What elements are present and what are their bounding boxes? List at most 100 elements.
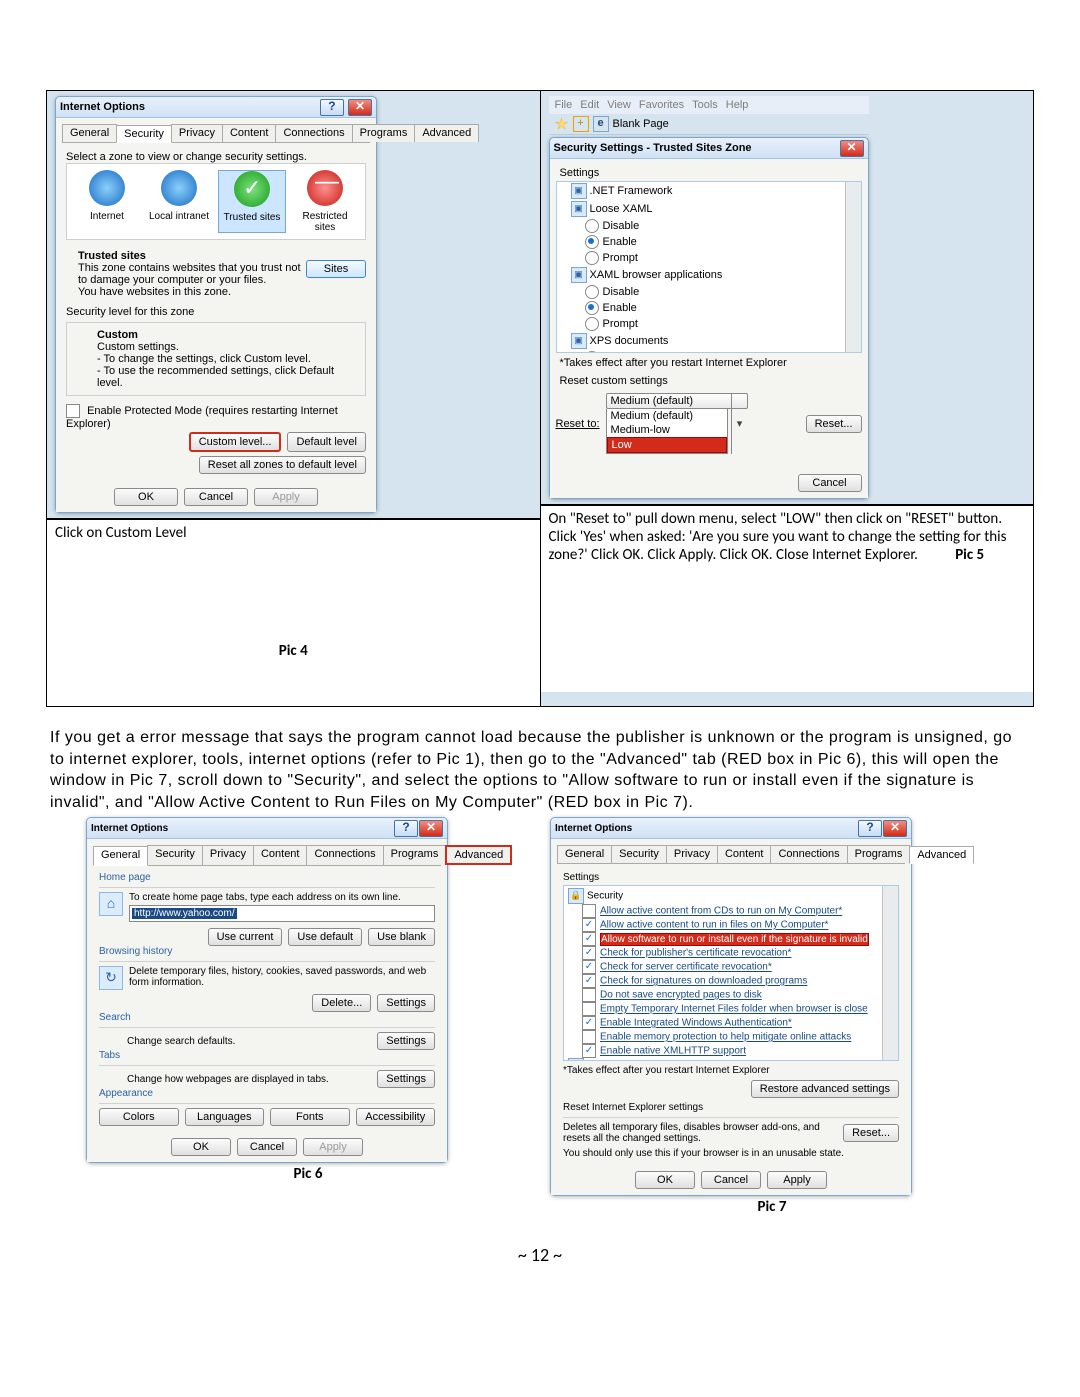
window-close-btn[interactable]: ✕ (840, 140, 864, 157)
checkbox[interactable] (582, 1016, 596, 1030)
menu-edit[interactable]: Edit (580, 99, 599, 111)
combo-opt-mediumlow[interactable]: Medium-low (607, 423, 727, 437)
tree-item[interactable]: Disable (603, 352, 640, 353)
checkbox[interactable] (582, 918, 596, 932)
search-settings-button[interactable]: Settings (377, 1032, 435, 1050)
list-item[interactable]: Enable Integrated Windows Authentication… (600, 1018, 792, 1029)
chevron-down-icon[interactable]: ▾ (731, 393, 748, 454)
menu-file[interactable]: File (555, 99, 573, 111)
tab-connections[interactable]: Connections (770, 845, 847, 863)
radio[interactable] (585, 301, 599, 315)
tab-general[interactable]: General (62, 124, 117, 142)
reset-button[interactable]: Reset... (806, 415, 862, 433)
window-close-btn[interactable]: ✕ (419, 820, 443, 837)
accessibility-button[interactable]: Accessibility (356, 1108, 436, 1126)
radio[interactable] (585, 285, 599, 299)
scrollbar[interactable] (845, 182, 861, 352)
tab-privacy[interactable]: Privacy (202, 845, 254, 865)
tab-content[interactable]: Content (222, 124, 277, 142)
ok-button[interactable]: OK (114, 488, 178, 506)
home-page-field[interactable]: http://www.yahoo.com/ (132, 908, 237, 919)
tab-security[interactable]: Security (147, 845, 203, 865)
cancel-button[interactable]: Cancel (237, 1138, 297, 1156)
zone-restricted[interactable]: Restricted sites (292, 170, 358, 233)
checkbox[interactable] (582, 960, 596, 974)
checkbox[interactable] (582, 932, 596, 946)
tab-content[interactable]: Content (717, 845, 772, 863)
checkbox[interactable] (582, 988, 596, 1002)
apply-button[interactable]: Apply (303, 1138, 363, 1156)
list-item[interactable]: Allow active content from CDs to run on … (600, 906, 842, 917)
radio[interactable] (585, 317, 599, 331)
cancel-button[interactable]: Cancel (184, 488, 248, 506)
checkbox[interactable] (582, 974, 596, 988)
window-help-btn[interactable]: ? (858, 820, 882, 837)
tab-privacy[interactable]: Privacy (171, 124, 223, 142)
tab-privacy[interactable]: Privacy (666, 845, 718, 863)
checkbox[interactable] (582, 1044, 596, 1058)
radio[interactable] (585, 251, 599, 265)
ok-button[interactable]: OK (635, 1171, 695, 1189)
reset-button[interactable]: Reset... (843, 1124, 899, 1142)
favorites-icon[interactable] (555, 117, 569, 131)
ok-button[interactable]: OK (171, 1138, 231, 1156)
settings-tree[interactable]: ▣.NET Framework▣Loose XAMLDisableEnableP… (556, 181, 862, 353)
tab-title[interactable]: Blank Page (613, 118, 669, 130)
colors-button[interactable]: Colors (99, 1108, 179, 1126)
combo-opt-medium[interactable]: Medium (default) (607, 409, 727, 423)
menu-tools[interactable]: Tools (692, 99, 718, 111)
reset-all-zones-button[interactable]: Reset all zones to default level (199, 456, 366, 474)
tab-security[interactable]: Security (116, 125, 172, 143)
list-item[interactable]: Enable native XMLHTTP support (600, 1046, 746, 1057)
fonts-button[interactable]: Fonts (270, 1108, 350, 1126)
zone-intranet[interactable]: Local intranet (146, 170, 212, 233)
tab-content[interactable]: Content (253, 845, 308, 865)
menu-help[interactable]: Help (726, 99, 749, 111)
menu-favorites[interactable]: Favorites (639, 99, 684, 111)
cancel-button[interactable]: Cancel (798, 474, 862, 492)
radio[interactable] (585, 351, 599, 353)
use-current-button[interactable]: Use current (208, 928, 283, 946)
apply-button[interactable]: Apply (254, 488, 318, 506)
list-item[interactable]: Do not save encrypted pages to disk (600, 990, 762, 1001)
custom-level-button[interactable]: Custom level... (189, 432, 282, 452)
radio[interactable] (585, 219, 599, 233)
window-help-btn[interactable]: ? (320, 99, 344, 116)
list-item[interactable]: Check for server certificate revocation* (600, 962, 772, 973)
tab-security[interactable]: Security (611, 845, 667, 863)
tab-connections[interactable]: Connections (306, 845, 383, 865)
default-level-button[interactable]: Default level (287, 432, 366, 452)
window-help-btn[interactable]: ? (394, 820, 418, 837)
list-item[interactable]: Check for signatures on downloaded progr… (600, 976, 807, 987)
combo-dropdown[interactable]: Medium (default) Medium-low Low (606, 409, 728, 454)
radio[interactable] (585, 235, 599, 249)
add-favorite-icon[interactable]: + (573, 116, 589, 132)
zone-trusted[interactable]: Trusted sites (218, 170, 286, 233)
reset-to-combo[interactable]: Medium (default) ▾ Medium (default) Mediu… (606, 393, 748, 454)
window-close-btn[interactable]: ✕ (348, 99, 372, 116)
checkbox[interactable] (582, 946, 596, 960)
combo-opt-low[interactable]: Low (607, 437, 727, 453)
list-item[interactable]: Enable memory protection to help mitigat… (600, 1032, 851, 1043)
tab-programs[interactable]: Programs (383, 845, 447, 865)
tree-item[interactable]: Disable (603, 220, 640, 232)
tree-item[interactable]: Prompt (603, 318, 638, 330)
tree-item[interactable]: Disable (603, 286, 640, 298)
tab-advanced-highlight[interactable]: Advanced (445, 845, 512, 865)
apply-button[interactable]: Apply (767, 1171, 827, 1189)
tab-programs[interactable]: Programs (352, 124, 416, 142)
tree-item[interactable]: Enable (603, 302, 637, 314)
list-item-highlight[interactable]: Allow software to run or install even if… (600, 933, 869, 946)
tab-general[interactable]: General (557, 845, 612, 863)
checkbox[interactable] (582, 1030, 596, 1044)
list-item[interactable]: Allow active content to run in files on … (600, 920, 828, 931)
tab-connections[interactable]: Connections (275, 124, 352, 142)
restore-advanced-button[interactable]: Restore advanced settings (751, 1080, 899, 1098)
use-blank-button[interactable]: Use blank (368, 928, 435, 946)
protected-mode-check[interactable] (66, 404, 80, 418)
zone-internet[interactable]: Internet (74, 170, 140, 233)
checkbox[interactable] (582, 1002, 596, 1016)
delete-button[interactable]: Delete... (312, 994, 371, 1012)
list-item[interactable]: Check for publisher's certificate revoca… (600, 948, 791, 959)
checkbox[interactable] (582, 904, 596, 918)
